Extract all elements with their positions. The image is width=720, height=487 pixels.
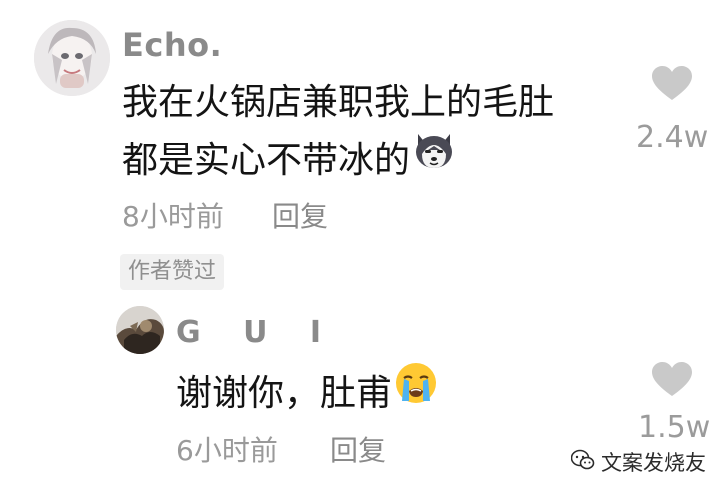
reply-button[interactable]: 回复 bbox=[272, 203, 328, 231]
comment-text-line-2: 都是实心不带冰的 bbox=[122, 140, 411, 181]
reply-like-count: 1.5w bbox=[638, 410, 711, 445]
avatar[interactable] bbox=[34, 20, 110, 96]
reply-reply-button[interactable]: 回复 bbox=[330, 437, 386, 465]
comment-timestamp: 8小时前 bbox=[122, 200, 224, 233]
loudly-crying-emoji bbox=[394, 361, 438, 423]
heart-icon bbox=[652, 66, 692, 100]
reply-text-row: 谢谢你，肚甫 bbox=[176, 363, 438, 423]
husky-dog-emoji bbox=[412, 130, 456, 188]
heart-icon bbox=[652, 362, 692, 396]
comment-text-line-2-row: 都是实心不带冰的 bbox=[122, 132, 456, 190]
watermark-text: 文案发烧友 bbox=[601, 451, 706, 475]
reply-username[interactable]: G U I bbox=[176, 318, 337, 348]
user-avatar-image bbox=[34, 20, 110, 96]
user-avatar-image bbox=[116, 306, 164, 354]
reply-timestamp: 6小时前 bbox=[176, 434, 278, 467]
comment-text-line-1: 我在火锅店兼职我上的毛肚 bbox=[122, 82, 555, 123]
like-count: 2.4w bbox=[636, 120, 709, 155]
reply-text: 谢谢你，肚甫 bbox=[176, 373, 393, 414]
author-liked-badge: 作者赞过 bbox=[120, 254, 225, 290]
reply-like-button[interactable] bbox=[652, 362, 692, 402]
comment-username[interactable]: Echo. bbox=[122, 29, 222, 61]
watermark: 文案发烧友 bbox=[570, 447, 706, 477]
like-button[interactable] bbox=[652, 66, 692, 106]
wechat-logo-icon bbox=[570, 449, 595, 476]
reply-avatar[interactable] bbox=[116, 306, 164, 354]
